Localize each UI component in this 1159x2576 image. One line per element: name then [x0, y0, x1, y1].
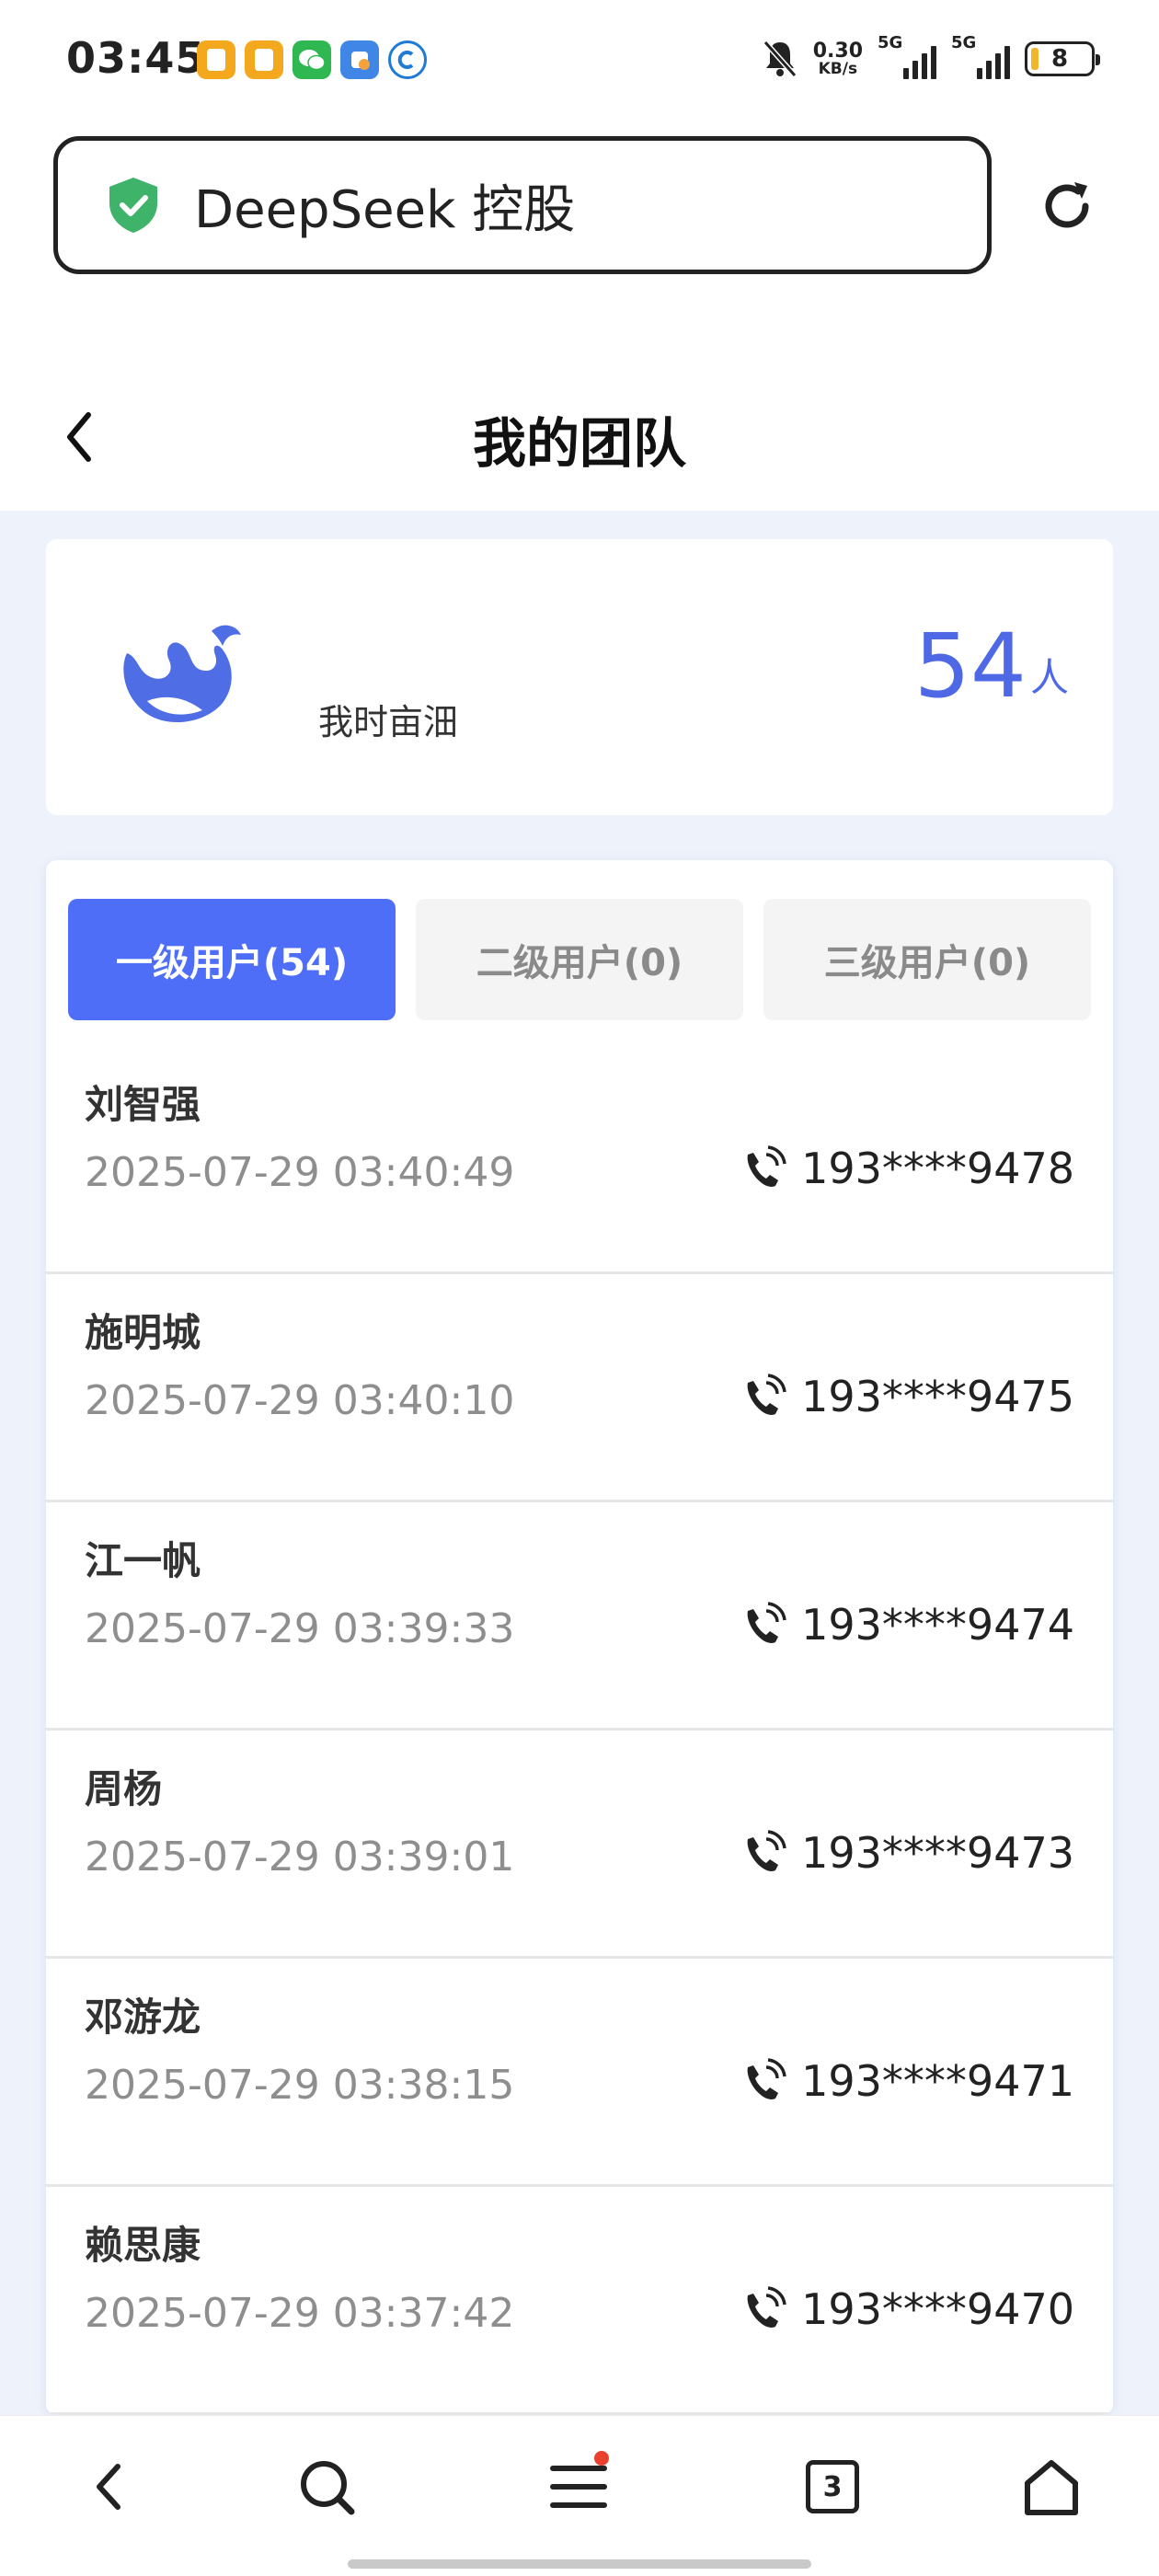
member-count-number: 54: [913, 615, 1027, 718]
phone-icon: [747, 1145, 786, 1187]
signal-bars-icon: [977, 46, 1010, 79]
member-join-date: 2025-07-29 03:38:15: [85, 2062, 515, 2109]
member-phone: 193****9478: [739, 1144, 1074, 1193]
signal-strength-2: 5G: [951, 33, 1010, 81]
tab-level-1[interactable]: 一级用户(54): [68, 899, 396, 1020]
member-phone-number: 193****9474: [801, 1600, 1074, 1650]
notification-dot: [594, 2451, 609, 2466]
member-phone-number: 193****9478: [801, 1144, 1074, 1193]
wechat-icon: [293, 40, 331, 79]
phone-icon: [747, 1374, 786, 1415]
member-name: 赖思康: [85, 2223, 201, 2268]
team-member-count: 54 人: [914, 622, 1069, 710]
member-row[interactable]: 施明城 2025-07-29 03:40:10 193****9475: [46, 1274, 1113, 1502]
gesture-home-bar[interactable]: [348, 2559, 811, 2569]
member-join-date: 2025-07-29 03:40:10: [85, 1377, 515, 1424]
page-header: 我的团队: [0, 363, 1159, 511]
network-speed-value: 0.30: [812, 39, 863, 63]
member-row[interactable]: 赖思康 2025-07-29 03:37:42 193****9470: [46, 2187, 1113, 2415]
reload-icon: [1045, 182, 1089, 228]
tab-level-3[interactable]: 三级用户(0): [763, 899, 1091, 1020]
secure-shield-icon: [109, 178, 157, 233]
phone-icon: [747, 1830, 786, 1871]
status-indicators: 0.30 KB/s 5G 5G 8: [762, 33, 1100, 81]
battery-level: 8: [1050, 45, 1069, 73]
member-join-date: 2025-07-29 03:40:49: [85, 1149, 515, 1196]
bell-muted-icon: [763, 40, 797, 77]
deepseek-whale-logo: [123, 625, 241, 723]
reload-button[interactable]: [1034, 173, 1100, 239]
member-row[interactable]: 刘智强 2025-07-29 03:40:49 193****9478: [46, 1046, 1113, 1274]
search-icon: [301, 2461, 355, 2515]
member-name: 邓游龙: [85, 1995, 201, 2040]
member-phone-number: 193****9475: [801, 1372, 1074, 1421]
member-name: 刘智强: [85, 1082, 201, 1127]
member-phone: 193****9475: [739, 1372, 1074, 1421]
team-summary-card: 我时亩沺 54 人: [46, 539, 1113, 815]
address-bar[interactable]: DeepSeek 控股: [53, 136, 992, 274]
notification-app-icon: [340, 40, 379, 79]
network-speed: 0.30 KB/s: [812, 39, 863, 78]
tab-level-2[interactable]: 二级用户(0): [416, 899, 743, 1020]
member-join-date: 2025-07-29 03:39:33: [85, 1605, 515, 1652]
member-row[interactable]: 江一帆 2025-07-29 03:39:33 193****9474: [46, 1502, 1113, 1731]
menu-icon: [550, 2466, 607, 2508]
nav-tabs-button[interactable]: 3: [791, 2445, 874, 2528]
team-list-card: 一级用户(54) 二级用户(0) 三级用户(0) 刘智强 2025-07-29 …: [46, 860, 1113, 2415]
back-icon: [97, 2464, 120, 2510]
browser-app-icon: [388, 40, 427, 79]
member-phone: 193****9474: [739, 1600, 1074, 1650]
member-list: 刘智强 2025-07-29 03:40:49 193****9478 施明城 …: [46, 1046, 1113, 2415]
nav-menu-button[interactable]: [537, 2445, 620, 2528]
member-phone: 193****9473: [739, 1828, 1074, 1878]
member-name: 施明城: [85, 1310, 201, 1355]
home-icon: [1025, 2460, 1078, 2515]
phone-icon: [747, 1602, 786, 1643]
member-name: 江一帆: [85, 1538, 201, 1583]
network-speed-unit: KB/s: [818, 59, 858, 78]
tabs-icon: 3: [806, 2460, 859, 2513]
phone-icon: [747, 2286, 786, 2328]
status-bar: 03:45 0.30 KB/s 5G 5G 8: [0, 0, 1159, 124]
signal-bars-icon: [903, 46, 936, 79]
member-join-date: 2025-07-29 03:37:42: [85, 2290, 515, 2337]
member-count-unit: 人: [1029, 655, 1069, 700]
member-name: 周杨: [85, 1766, 163, 1811]
member-row[interactable]: 周杨 2025-07-29 03:39:01 193****9473: [46, 1731, 1113, 1959]
phone-icon: [747, 2058, 786, 2099]
team-leader-name: 我时亩沺: [318, 702, 459, 742]
member-join-date: 2025-07-29 03:39:01: [85, 1834, 515, 1880]
level-tabs: 一级用户(54) 二级用户(0) 三级用户(0): [68, 899, 1091, 1020]
member-phone-number: 193****9471: [801, 2056, 1074, 2106]
member-phone-number: 193****9470: [801, 2284, 1074, 2334]
signal-strength-1: 5G: [878, 33, 936, 81]
app-screen: 03:45 0.30 KB/s 5G 5G 8 DeepSeek 控股 我的团队…: [0, 0, 1159, 2576]
signal-label: 5G: [951, 33, 977, 52]
page-title: 我的团队: [472, 412, 686, 475]
battery-icon: 8: [1025, 41, 1100, 76]
notification-app-icon: [197, 40, 235, 79]
status-time: 03:45: [66, 33, 206, 83]
nav-search-button[interactable]: [285, 2445, 368, 2528]
browser-bottom-nav: 3: [0, 2415, 1159, 2576]
nav-back-button[interactable]: [66, 2445, 149, 2528]
notification-icons: [197, 40, 427, 79]
signal-label: 5G: [878, 33, 903, 52]
member-row[interactable]: 邓游龙 2025-07-29 03:38:15 193****9471: [46, 1959, 1113, 2187]
nav-home-button[interactable]: [1010, 2445, 1093, 2528]
member-phone: 193****9471: [739, 2056, 1074, 2106]
notification-app-icon: [245, 40, 283, 79]
address-title: DeepSeek 控股: [194, 179, 576, 240]
member-phone: 193****9470: [739, 2284, 1074, 2334]
member-phone-number: 193****9473: [801, 1828, 1074, 1878]
